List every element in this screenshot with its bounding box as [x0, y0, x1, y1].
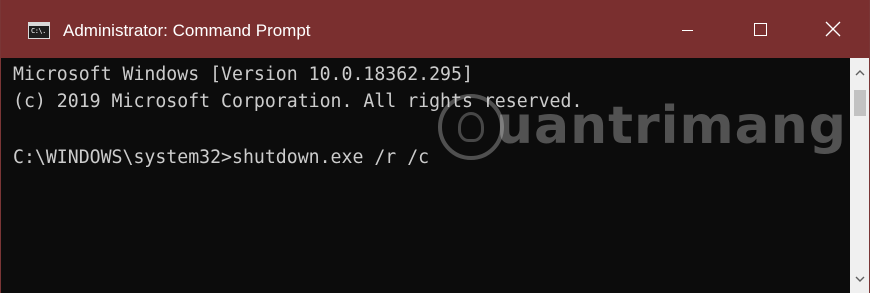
command-prompt-window: C:\. Administrator: Command Prompt Micro… — [0, 0, 870, 293]
close-button[interactable] — [797, 0, 869, 58]
window-title: Administrator: Command Prompt — [63, 21, 311, 40]
chevron-up-icon — [855, 69, 865, 75]
chevron-down-icon — [855, 276, 865, 282]
maximize-button[interactable] — [724, 0, 796, 58]
minimize-button[interactable] — [651, 0, 723, 58]
maximize-icon — [753, 22, 767, 36]
console-output[interactable]: Microsoft Windows [Version 10.0.18362.29… — [2, 58, 850, 293]
minimize-icon — [681, 29, 693, 31]
title-bar[interactable]: C:\. Administrator: Command Prompt — [1, 0, 869, 58]
app-icon-text: C:\. — [31, 27, 46, 35]
close-icon — [825, 21, 841, 37]
command-input-line[interactable]: C:\WINDOWS\system32>shutdown.exe /r /c — [13, 146, 429, 170]
console-line: Microsoft Windows [Version 10.0.18362.29… — [13, 64, 473, 85]
console-line: (c) 2019 Microsoft Corporation. All righ… — [13, 91, 583, 112]
command-prompt-icon[interactable]: C:\. — [28, 22, 50, 39]
vertical-scrollbar[interactable] — [850, 58, 869, 293]
scroll-up-button[interactable] — [850, 62, 869, 82]
scroll-thumb[interactable] — [854, 90, 866, 116]
scroll-down-button[interactable] — [850, 269, 869, 289]
